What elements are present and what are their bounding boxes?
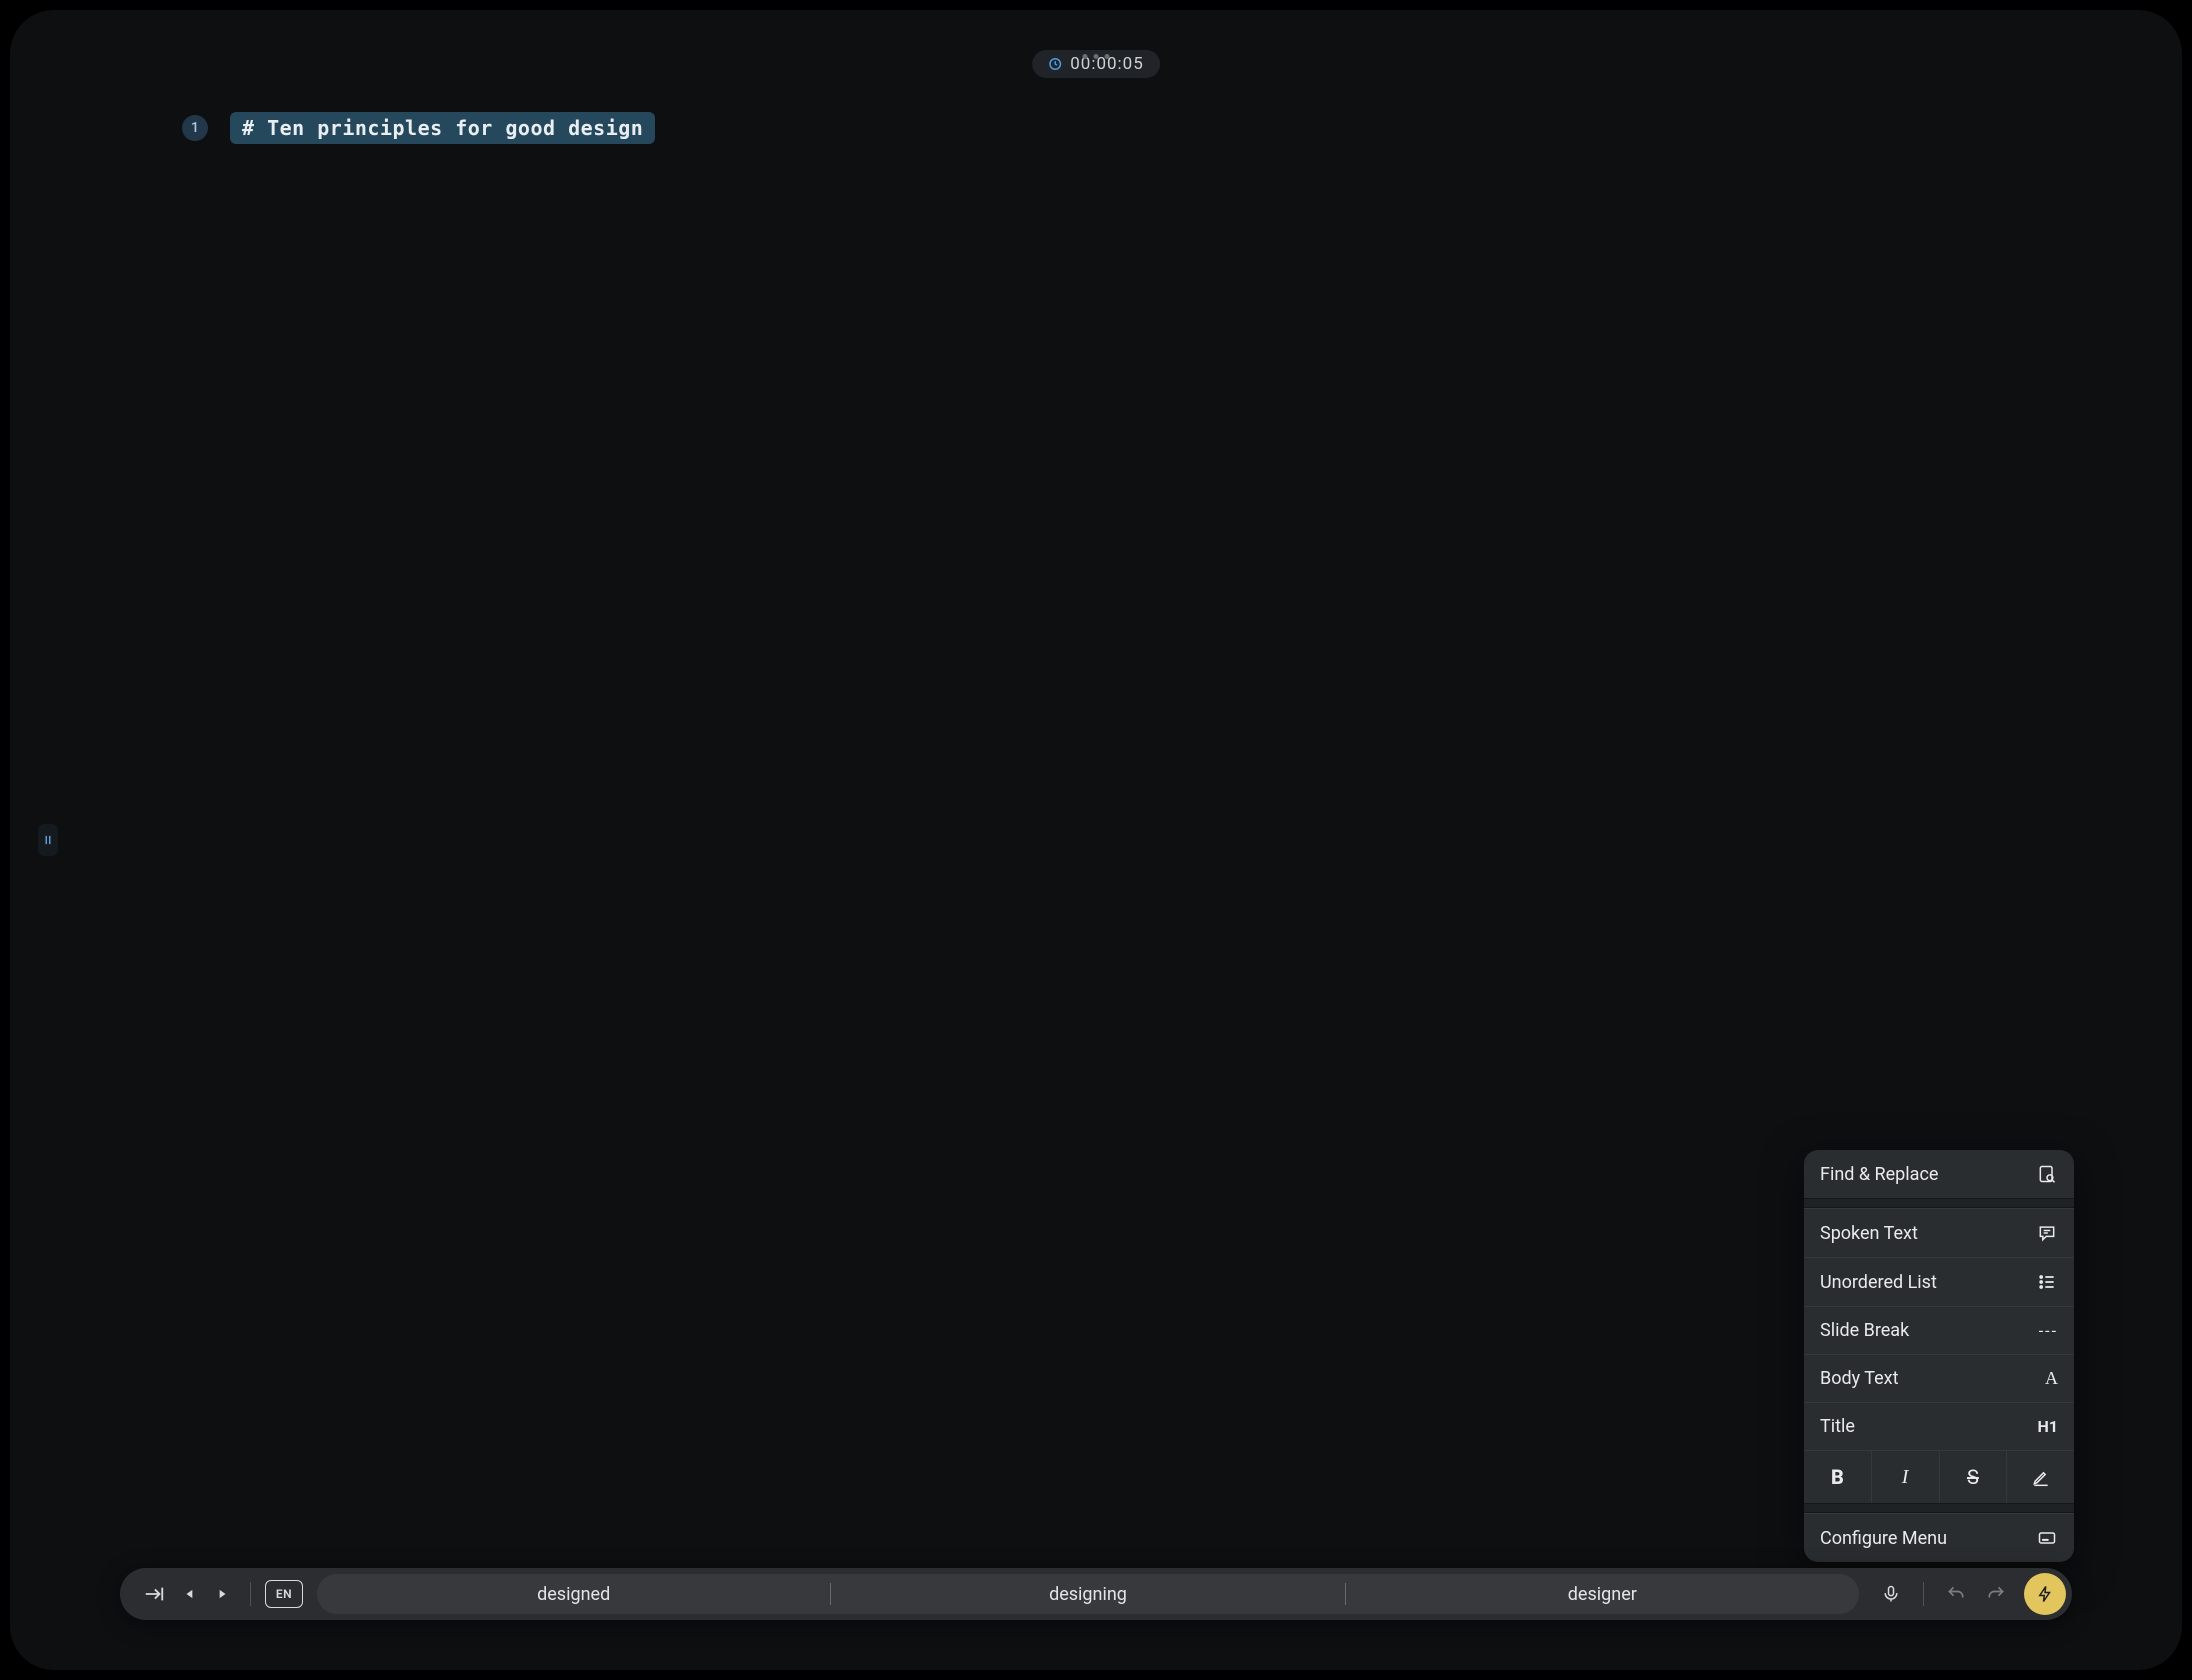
menu-item-find-replace[interactable]: Find & Replace bbox=[1804, 1150, 2074, 1198]
tab-indent-icon bbox=[143, 1583, 165, 1605]
speech-bubble-icon bbox=[2036, 1222, 2058, 1244]
editor-line-1-selection[interactable]: # Ten principles for good design bbox=[230, 112, 655, 144]
suggestion-3[interactable]: designer bbox=[1346, 1584, 1859, 1605]
tab-indent-button[interactable] bbox=[136, 1576, 172, 1612]
title-badge: H1 bbox=[2038, 1417, 2058, 1436]
strikethrough-button[interactable]: S bbox=[1940, 1451, 2008, 1503]
list-bullets-icon bbox=[2036, 1271, 2058, 1293]
clock-icon bbox=[1048, 57, 1062, 71]
cursor-left-button[interactable] bbox=[176, 1576, 204, 1612]
suggestion-2[interactable]: designing bbox=[831, 1584, 1344, 1605]
editor-line-1-text[interactable]: # Ten principles for good design bbox=[242, 116, 643, 140]
triangle-right-icon bbox=[215, 1587, 229, 1601]
menu-item-label: Find & Replace bbox=[1820, 1164, 1938, 1185]
recording-timer-text: 00:00:05 bbox=[1070, 54, 1144, 74]
redo-icon bbox=[1986, 1584, 2006, 1604]
menu-item-label: Slide Break bbox=[1820, 1320, 1909, 1341]
recording-timer-pill[interactable]: 00:00:05 bbox=[1032, 50, 1160, 78]
lightning-icon bbox=[2036, 1585, 2054, 1603]
menu-item-label: Configure Menu bbox=[1820, 1528, 1947, 1549]
microphone-icon bbox=[1881, 1584, 1901, 1604]
italic-button[interactable]: I bbox=[1872, 1451, 1940, 1503]
format-actions-popover: Find & Replace Spoken Text bbox=[1804, 1150, 2074, 1562]
sidebar-collapse-handle[interactable] bbox=[38, 824, 58, 856]
undo-icon bbox=[1946, 1584, 1966, 1604]
menu-item-label: Spoken Text bbox=[1820, 1223, 1918, 1244]
body-text-badge: A bbox=[2045, 1368, 2058, 1389]
menu-item-spoken-text[interactable]: Spoken Text bbox=[1804, 1208, 2074, 1257]
configure-menu-icon bbox=[2036, 1527, 2058, 1549]
keyboard-language-button[interactable]: EN bbox=[265, 1580, 303, 1608]
bold-button[interactable]: B bbox=[1804, 1451, 1872, 1503]
find-replace-icon bbox=[2036, 1163, 2058, 1185]
menu-item-title[interactable]: Title H1 bbox=[1804, 1402, 2074, 1450]
menu-item-label: Title bbox=[1820, 1416, 1855, 1437]
undo-button[interactable] bbox=[1938, 1576, 1974, 1612]
highlighter-icon bbox=[2031, 1467, 2051, 1487]
quick-actions-fab[interactable] bbox=[2024, 1573, 2066, 1615]
redo-button[interactable] bbox=[1978, 1576, 2014, 1612]
slide-break-badge: --- bbox=[2039, 1321, 2058, 1340]
triangle-left-icon bbox=[183, 1587, 197, 1601]
cursor-right-button[interactable] bbox=[208, 1576, 236, 1612]
separator bbox=[1923, 1582, 1924, 1606]
menu-item-unordered-list[interactable]: Unordered List bbox=[1804, 1257, 2074, 1306]
menu-item-slide-break[interactable]: Slide Break --- bbox=[1804, 1306, 2074, 1354]
suggestion-strip: designed designing designer bbox=[317, 1574, 1859, 1614]
menu-item-body-text[interactable]: Body Text A bbox=[1804, 1354, 2074, 1402]
menu-item-label: Unordered List bbox=[1820, 1272, 1937, 1293]
menu-item-configure-menu[interactable]: Configure Menu bbox=[1804, 1513, 2074, 1562]
dictation-button[interactable] bbox=[1873, 1576, 1909, 1612]
separator bbox=[250, 1582, 251, 1606]
keyboard-language-label: EN bbox=[276, 1587, 292, 1601]
line-number-1: 1 bbox=[182, 115, 208, 141]
highlight-button[interactable] bbox=[2007, 1451, 2074, 1503]
keyboard-accessory-bar: EN designed designing designer bbox=[120, 1568, 2072, 1620]
menu-item-label: Body Text bbox=[1820, 1368, 1899, 1389]
suggestion-1[interactable]: designed bbox=[317, 1584, 830, 1605]
line-number-gutter: 1 bbox=[182, 115, 208, 141]
